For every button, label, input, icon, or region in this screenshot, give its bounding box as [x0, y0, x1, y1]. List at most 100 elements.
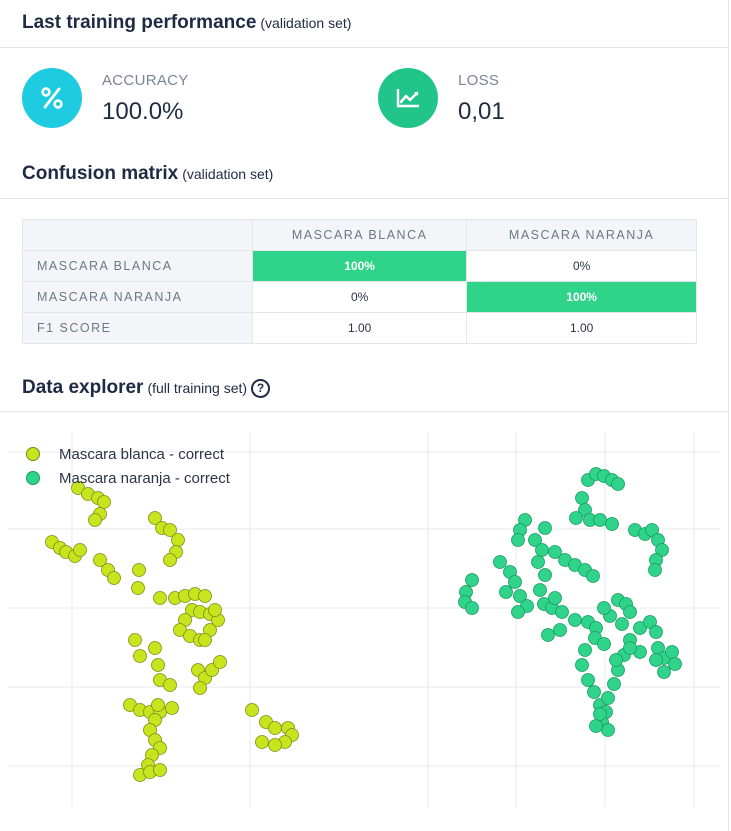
trend-chart-icon [378, 68, 438, 128]
data-point[interactable] [623, 641, 637, 655]
legend-marker [26, 471, 40, 485]
explorer-subtitle: (full training set) [147, 380, 248, 396]
data-point[interactable] [581, 673, 595, 687]
data-point[interactable] [615, 617, 629, 631]
data-point[interactable] [538, 568, 552, 582]
data-point[interactable] [597, 637, 611, 651]
row-header: MASCARA BLANCA [22, 250, 253, 282]
data-point[interactable] [586, 569, 600, 583]
data-point[interactable] [575, 491, 589, 505]
data-point[interactable] [511, 533, 525, 547]
data-point[interactable] [553, 623, 567, 637]
data-point[interactable] [597, 601, 611, 615]
data-point[interactable] [668, 657, 682, 671]
data-point[interactable] [268, 721, 282, 735]
panel-border [728, 0, 729, 831]
data-point[interactable] [153, 591, 167, 605]
data-point[interactable] [665, 645, 679, 659]
matrix-cell: 0% [251, 281, 468, 313]
data-point[interactable] [151, 658, 165, 672]
data-point[interactable] [541, 628, 555, 642]
data-point[interactable] [611, 477, 625, 491]
data-point[interactable] [198, 589, 212, 603]
table-row: F1 SCORE 1.00 1.00 [22, 312, 697, 344]
plot-legend: Mascara blanca - correct Mascara naranja… [26, 442, 230, 490]
legend-item[interactable]: Mascara naranja - correct [26, 466, 230, 490]
table-corner [22, 219, 253, 251]
loss-label: LOSS [458, 72, 500, 89]
data-point[interactable] [245, 703, 259, 717]
data-point[interactable] [171, 533, 185, 547]
data-point[interactable] [132, 563, 146, 577]
table-row: MASCARA BLANCA 100% 0% [22, 250, 697, 282]
data-point[interactable] [601, 723, 615, 737]
data-point[interactable] [548, 591, 562, 605]
f1-cell: 1.00 [466, 312, 697, 344]
data-point[interactable] [73, 543, 87, 557]
data-point[interactable] [255, 735, 269, 749]
data-point[interactable] [165, 701, 179, 715]
matrix-cell: 0% [466, 250, 697, 282]
data-point[interactable] [131, 581, 145, 595]
data-point[interactable] [555, 605, 569, 619]
data-point[interactable] [107, 571, 121, 585]
data-point[interactable] [465, 601, 479, 615]
column-header: MASCARA NARANJA [466, 219, 697, 251]
data-point[interactable] [163, 553, 177, 567]
data-point[interactable] [198, 633, 212, 647]
matrix-cell: 100% [251, 250, 468, 282]
data-point[interactable] [465, 573, 479, 587]
legend-label: Mascara naranja - correct [59, 469, 230, 487]
data-point[interactable] [163, 678, 177, 692]
data-point[interactable] [511, 605, 525, 619]
data-point[interactable] [649, 625, 663, 639]
data-point[interactable] [151, 698, 165, 712]
data-point[interactable] [97, 495, 111, 509]
data-point[interactable] [531, 555, 545, 569]
data-point[interactable] [575, 658, 589, 672]
data-point[interactable] [153, 763, 167, 777]
divider [0, 47, 728, 48]
legend-label: Mascara blanca - correct [59, 445, 225, 463]
data-point[interactable] [601, 691, 615, 705]
data-point[interactable] [593, 707, 607, 721]
data-point[interactable] [589, 719, 603, 733]
data-point[interactable] [569, 511, 583, 525]
question-circle-icon[interactable]: ? [251, 379, 271, 398]
data-point[interactable] [623, 605, 637, 619]
data-point[interactable] [499, 585, 513, 599]
legend-item[interactable]: Mascara blanca - correct [26, 442, 230, 466]
data-point[interactable] [128, 633, 142, 647]
data-point[interactable] [133, 649, 147, 663]
data-point[interactable] [88, 513, 102, 527]
row-header: F1 SCORE [22, 312, 253, 344]
data-point[interactable] [657, 665, 671, 679]
data-point[interactable] [605, 517, 619, 531]
data-point[interactable] [578, 643, 592, 657]
confusion-subtitle: (validation set) [182, 166, 274, 182]
data-point[interactable] [268, 738, 282, 752]
confusion-title: Confusion matrix (validation set) [22, 163, 274, 184]
f1-cell: 1.00 [251, 312, 468, 344]
data-point[interactable] [587, 685, 601, 699]
loss-value: 0,01 [458, 98, 505, 125]
data-point[interactable] [213, 655, 227, 669]
percent-icon [22, 68, 82, 128]
data-point[interactable] [148, 641, 162, 655]
accuracy-label: ACCURACY [102, 72, 189, 89]
data-point[interactable] [609, 653, 623, 667]
data-point[interactable] [648, 563, 662, 577]
data-point[interactable] [568, 613, 582, 627]
data-point[interactable] [193, 681, 207, 695]
data-point[interactable] [508, 575, 522, 589]
data-point[interactable] [538, 521, 552, 535]
data-point[interactable] [208, 603, 222, 617]
data-point[interactable] [649, 653, 663, 667]
data-point[interactable] [533, 583, 547, 597]
data-point[interactable] [607, 677, 621, 691]
data-point[interactable] [493, 555, 507, 569]
divider [0, 198, 728, 199]
data-point[interactable] [535, 543, 549, 557]
table-row: MASCARA NARANJA 0% 100% [22, 281, 697, 313]
data-point[interactable] [593, 513, 607, 527]
